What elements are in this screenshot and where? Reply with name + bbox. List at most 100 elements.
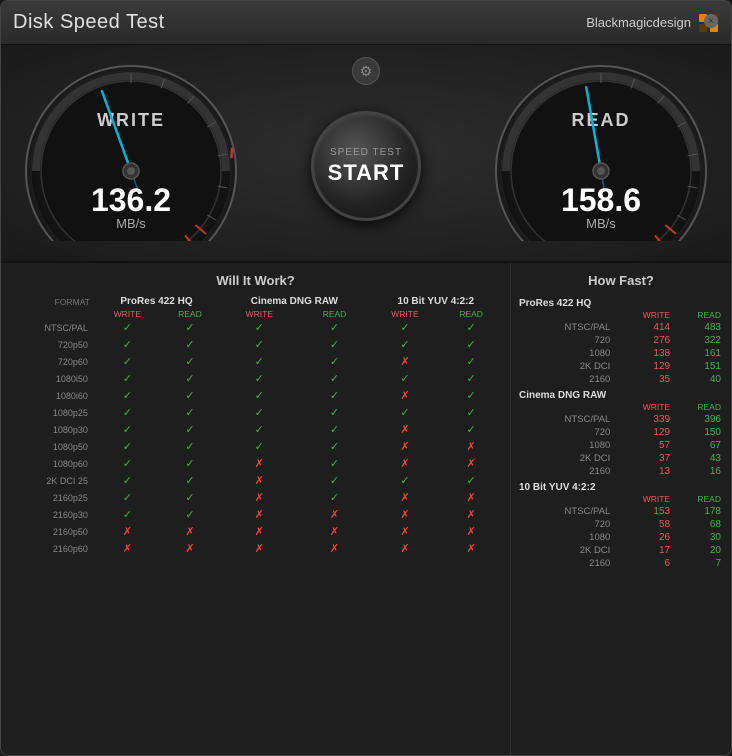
read-value: 40 <box>672 373 723 386</box>
data-row: 10802630 <box>519 531 723 544</box>
read-header: READ <box>672 310 723 321</box>
speed-label: NTSC/PAL <box>519 413 614 426</box>
codec-name: Cinema DNG RAW <box>519 386 723 402</box>
check-cell: ✓ <box>161 336 219 353</box>
read-gauge-value-container: 158.6 MB/s <box>561 184 641 231</box>
data-row: 21603540 <box>519 373 723 386</box>
check-icon: ✓ <box>185 390 194 402</box>
write-gauge: WRITE 136.2 MB/s <box>21 61 241 241</box>
check-cell: ✗ <box>161 523 219 540</box>
cross-icon: ✗ <box>255 543 264 555</box>
check-cell: ✗ <box>161 540 219 557</box>
table-row: 2160p60✗✗✗✗✗✗ <box>9 540 502 557</box>
codec-3-header: 10 Bit YUV 4:2:2 <box>370 294 502 309</box>
brand-name: Blackmagicdesign <box>586 15 691 30</box>
check-cell: ✗ <box>440 455 502 472</box>
close-button[interactable]: × <box>704 14 718 28</box>
check-icon: ✓ <box>467 373 476 385</box>
check-icon: ✓ <box>330 407 339 419</box>
check-cell: ✓ <box>299 336 369 353</box>
check-icon: ✓ <box>123 492 132 504</box>
check-cell: ✗ <box>299 523 369 540</box>
format-cell: 1080i50 <box>9 370 94 387</box>
check-icon: ✓ <box>123 356 132 368</box>
read-value: 68 <box>672 518 723 531</box>
read-header: READ <box>672 402 723 413</box>
table-row: 1080p60✓✓✗✓✗✗ <box>9 455 502 472</box>
speed-label: 720 <box>519 426 614 439</box>
speed-label: 2160 <box>519 465 614 478</box>
check-icon: ✓ <box>255 441 264 453</box>
read-value: 43 <box>672 452 723 465</box>
speed-label: 1080 <box>519 531 614 544</box>
cross-icon: ✗ <box>400 441 409 453</box>
check-icon: ✓ <box>185 475 194 487</box>
check-cell: ✓ <box>440 421 502 438</box>
check-cell: ✓ <box>161 421 219 438</box>
check-cell: ✓ <box>370 404 441 421</box>
check-icon: ✓ <box>400 322 409 334</box>
title-bar-left: Disk Speed Test <box>13 11 165 34</box>
check-icon: ✓ <box>123 458 132 470</box>
check-cell: ✓ <box>94 404 161 421</box>
check-cell: ✗ <box>440 489 502 506</box>
check-icon: ✓ <box>185 424 194 436</box>
cross-icon: ✗ <box>185 526 194 538</box>
table-row: 2160p30✓✓✗✗✗✗ <box>9 506 502 523</box>
cross-icon: ✗ <box>400 492 409 504</box>
data-row: 7205868 <box>519 518 723 531</box>
data-row: 1080138161 <box>519 347 723 360</box>
check-icon: ✓ <box>185 356 194 368</box>
check-cell: ✓ <box>219 387 299 404</box>
data-row: 10805767 <box>519 439 723 452</box>
speed-label: 2160 <box>519 373 614 386</box>
check-cell: ✓ <box>219 336 299 353</box>
check-icon: ✓ <box>400 475 409 487</box>
cross-icon: ✗ <box>467 509 476 521</box>
speed-label: NTSC/PAL <box>519 505 614 518</box>
check-cell: ✗ <box>299 540 369 557</box>
cross-icon: ✗ <box>400 390 409 402</box>
check-icon: ✓ <box>123 441 132 453</box>
check-icon: ✓ <box>123 373 132 385</box>
write-value: 339 <box>614 413 672 426</box>
check-cell: ✓ <box>219 404 299 421</box>
cross-icon: ✗ <box>400 509 409 521</box>
cross-icon: ✗ <box>467 526 476 538</box>
write-value: 129 <box>614 426 672 439</box>
codec-name: ProRes 422 HQ <box>519 294 723 310</box>
check-cell: ✓ <box>370 319 441 336</box>
check-icon: ✓ <box>330 424 339 436</box>
speed-label: 1080 <box>519 439 614 452</box>
check-cell: ✗ <box>219 489 299 506</box>
cross-icon: ✗ <box>255 475 264 487</box>
check-icon: ✓ <box>255 322 264 334</box>
check-cell: ✓ <box>219 319 299 336</box>
check-cell: ✓ <box>219 353 299 370</box>
cross-icon: ✗ <box>330 543 339 555</box>
title-bar-right: Blackmagicdesign <box>586 14 719 32</box>
write-value: 37 <box>614 452 672 465</box>
gear-button[interactable]: ⚙ <box>352 57 380 85</box>
cross-icon: ✗ <box>400 526 409 538</box>
check-icon: ✓ <box>123 322 132 334</box>
will-it-work-title: Will It Work? <box>9 273 502 288</box>
check-cell: ✓ <box>161 455 219 472</box>
check-cell: ✓ <box>94 319 161 336</box>
write-sub-1: WRITE <box>94 309 161 319</box>
check-icon: ✓ <box>330 475 339 487</box>
check-cell: ✓ <box>440 319 502 336</box>
main-window: Disk Speed Test Blackmagicdesign × ⚙ <box>0 0 732 756</box>
table-row: 1080p50✓✓✓✓✗✗ <box>9 438 502 455</box>
check-cell: ✗ <box>370 523 441 540</box>
check-icon: ✓ <box>185 441 194 453</box>
write-value: 26 <box>614 531 672 544</box>
check-cell: ✓ <box>94 472 161 489</box>
check-cell: ✗ <box>370 540 441 557</box>
check-icon: ✓ <box>400 373 409 385</box>
speed-test-button[interactable]: SPEED TEST START <box>311 111 421 221</box>
read-value: 16 <box>672 465 723 478</box>
cross-icon: ✗ <box>185 543 194 555</box>
check-icon: ✓ <box>330 373 339 385</box>
write-header: WRITE <box>614 494 672 505</box>
